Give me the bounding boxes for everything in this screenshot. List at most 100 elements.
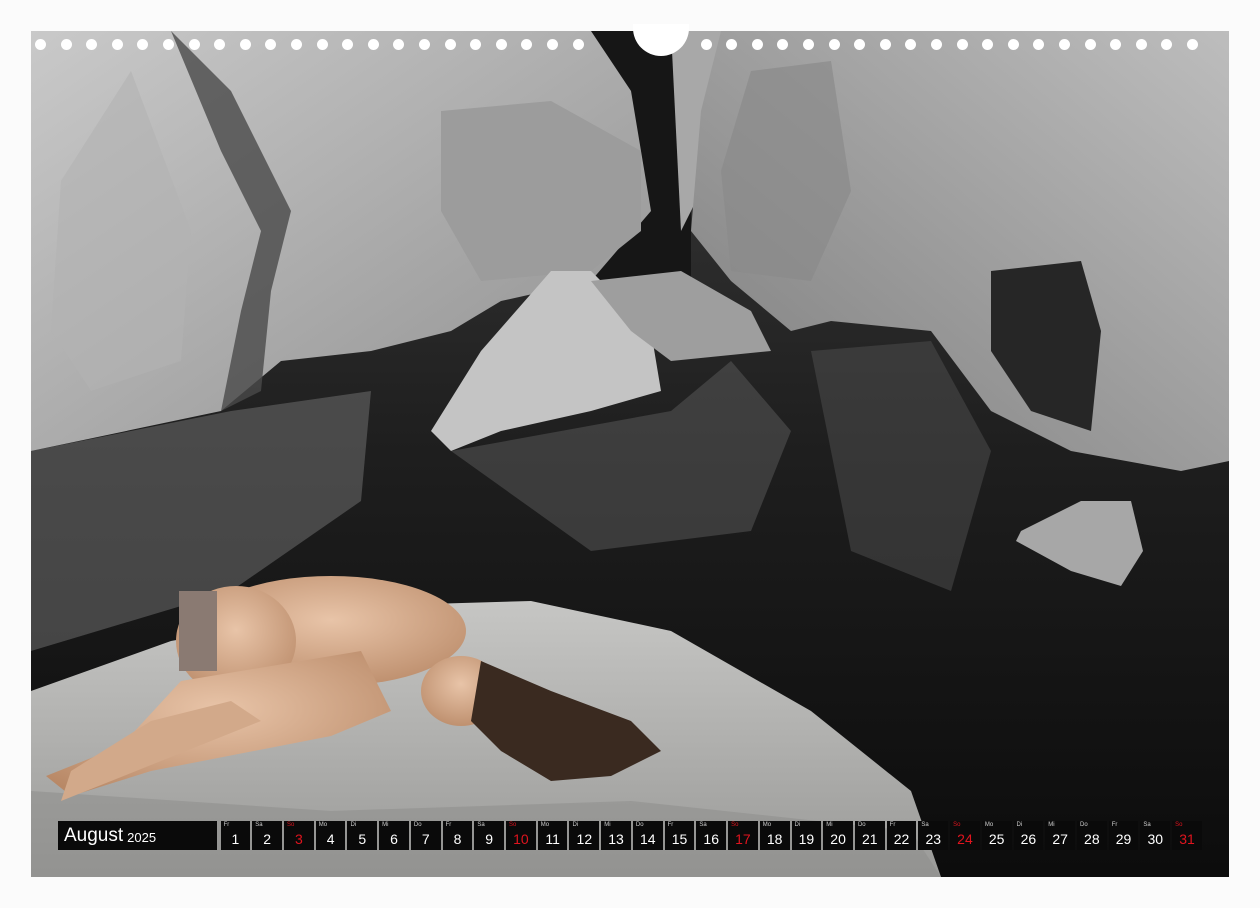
binding-hole (547, 39, 558, 50)
weekday-label: Mo (762, 822, 772, 828)
weekday-label: Do (1079, 822, 1088, 828)
calendar-day: Fr 29 (1108, 821, 1139, 850)
binding-hole (214, 39, 226, 50)
binding-hole (905, 39, 917, 50)
calendar-day: Mo 4 (315, 821, 346, 850)
day-number: 21 (862, 831, 878, 847)
day-number: 15 (671, 831, 688, 847)
calendar-day: Sa 16 (696, 821, 727, 850)
weekday-label: Fr (1111, 822, 1118, 828)
day-number: 27 (1052, 831, 1068, 847)
weekday-label: So (287, 822, 295, 828)
binding-hole (239, 39, 251, 50)
calendar-day: Di 5 (347, 821, 378, 850)
weekday-label: So (731, 822, 739, 828)
day-number: 4 (326, 831, 335, 847)
day-number: 17 (735, 831, 751, 847)
month-name: August (64, 824, 124, 846)
weekday-label: Do (635, 822, 644, 828)
binding-hole (1110, 39, 1122, 50)
weekday-label: Sa (255, 822, 263, 828)
weekday-label: Mi (826, 822, 833, 828)
binding-hole (316, 39, 328, 50)
day-number: 9 (485, 831, 494, 847)
calendar-day: So 24 (950, 821, 980, 850)
day-number: 23 (925, 831, 942, 847)
calendar-day: Mi 13 (601, 821, 631, 850)
day-number: 22 (893, 831, 910, 847)
weekday-label: Fr (445, 822, 452, 828)
binding-hole (137, 39, 149, 50)
binding-hole (751, 39, 763, 50)
calendar-day: Mo 25 (981, 821, 1012, 850)
binding-hole (35, 39, 46, 50)
weekday-label: Mi (604, 822, 611, 828)
calendar-day: Fr 8 (442, 821, 473, 850)
day-number: 18 (766, 831, 783, 847)
weekday-label: So (1175, 822, 1183, 828)
calendar-day: Mo 18 (759, 821, 790, 850)
day-number: 13 (608, 831, 624, 847)
day-number: 12 (576, 831, 593, 847)
calendar-day: Do 7 (410, 821, 441, 850)
day-number: 19 (798, 831, 815, 847)
binding-hole (470, 39, 482, 50)
weekday-label: Mo (984, 822, 994, 828)
binding-hole (342, 39, 354, 50)
binding-hole (367, 39, 379, 50)
binding-hole (1084, 39, 1096, 50)
binding-hole (700, 39, 712, 50)
binding-hole (495, 39, 507, 50)
binding-hole (419, 39, 430, 50)
day-number: 14 (639, 831, 656, 847)
weekday-label: Di (572, 822, 579, 828)
weekday-label: Fr (223, 822, 230, 828)
day-number: 29 (1115, 831, 1132, 847)
day-number: 31 (1179, 831, 1195, 847)
hanger-cutout (633, 24, 689, 56)
binding-hole (828, 39, 840, 50)
binding-hole (572, 39, 584, 50)
calendar-day: So 17 (728, 821, 758, 850)
month-calendar-bar: August 2025 Fr 1 Sa 2 So 3 Mo 4 Di 5 Mi 6 Do 7 Fr 8 Sa 9 S… (58, 821, 1202, 850)
weekday-label: Do (857, 822, 866, 828)
binding-hole (1033, 39, 1045, 50)
day-number: 3 (294, 831, 303, 847)
binding-hole (265, 39, 277, 50)
day-number: 30 (1147, 831, 1164, 847)
binding-hole (393, 39, 405, 50)
calendar-day: So 3 (284, 821, 314, 850)
day-number: 5 (358, 831, 367, 847)
day-number: 20 (830, 831, 846, 847)
calendar-day: So 10 (506, 821, 536, 850)
binding-hole (1059, 39, 1070, 50)
weekday-label: Do (413, 822, 422, 828)
binding-hole (1161, 39, 1173, 50)
weekday-label: Mo (540, 822, 550, 828)
weekday-label: Di (1016, 822, 1023, 828)
binding-hole (1187, 39, 1198, 50)
calendar-day: Do 28 (1076, 821, 1107, 850)
day-number: 24 (957, 831, 973, 847)
binding-hole (726, 39, 738, 50)
weekday-label: Fr (889, 822, 896, 828)
day-number: 28 (1084, 831, 1100, 847)
calendar-day: Fr 22 (886, 821, 917, 850)
binding-hole (163, 39, 174, 50)
day-number: 8 (453, 831, 462, 847)
day-number: 2 (263, 831, 272, 847)
binding-hole (931, 39, 942, 50)
binding-hole (291, 39, 302, 50)
day-number: 16 (703, 831, 719, 847)
weekday-label: So (953, 822, 961, 828)
binding-hole (777, 39, 789, 50)
weekday-label: Sa (921, 822, 929, 828)
binding-hole (854, 39, 866, 50)
binding-hole (188, 39, 200, 50)
month-year: 2025 (127, 830, 157, 845)
month-label: August 2025 (58, 821, 217, 850)
binding-hole (60, 39, 72, 50)
calendar-day: Do 21 (854, 821, 885, 850)
weekday-label: Sa (477, 822, 485, 828)
binding-hole (1007, 39, 1019, 50)
